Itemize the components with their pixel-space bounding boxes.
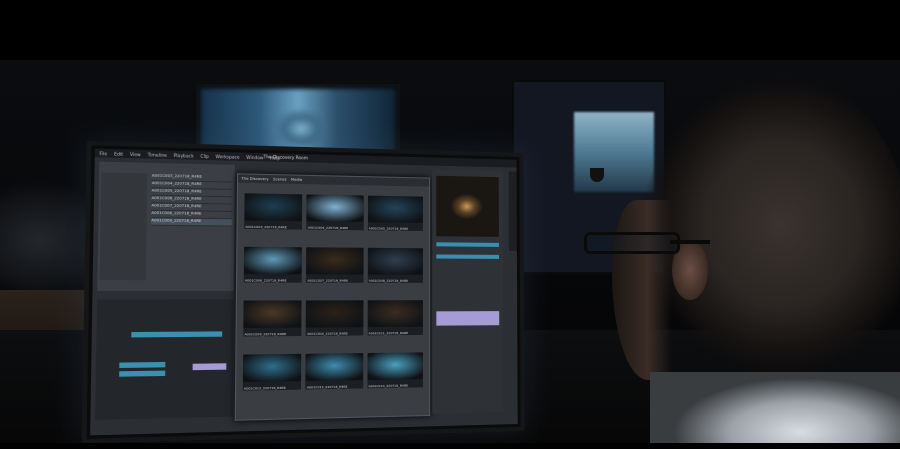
viewer-track[interactable] <box>436 254 499 258</box>
thumbnail-label: A001C013_220718_R4RE <box>307 385 348 390</box>
thumbnail-image <box>367 300 423 327</box>
timeline-track[interactable] <box>119 362 165 368</box>
thumbnail-label: A001C005_220718_R4RE <box>369 226 409 231</box>
thumbnail-label: A001C014_220718_R4RE <box>368 383 408 388</box>
menu-item[interactable]: View <box>130 151 141 157</box>
clip-info-block <box>436 311 499 326</box>
clip-thumbnail[interactable]: A001C010_220718_R4RE <box>306 300 363 336</box>
thumbnail-image <box>307 194 364 222</box>
timeline-panel <box>95 299 234 419</box>
media-browser-window: The Discovery Scenes Media A001C003_220718… <box>235 173 430 421</box>
thumbnail-image <box>306 353 363 381</box>
thumbnail-image <box>368 196 423 223</box>
scene: File Edit View Timeline Playback Clip Workspac… <box>0 0 900 449</box>
breadcrumb-item[interactable]: The Discovery <box>241 177 268 182</box>
thumbnail-image <box>243 300 302 328</box>
thumbnail-label: A001C008_220718_R4RE <box>368 279 408 283</box>
clip-thumbnail[interactable]: A001C005_220718_R4RE <box>368 196 423 231</box>
lamp-icon <box>590 168 604 182</box>
editing-software-screen: File Edit View Timeline Playback Clip Workspac… <box>90 149 518 436</box>
glasses-arm <box>670 240 710 244</box>
preview-viewer <box>436 176 499 237</box>
file-list: A001C003_220718_R4RE A001C004_220718_R4RE… <box>150 174 232 281</box>
thumbnail-label: A001C007_220718_R4RE <box>307 278 348 282</box>
menu-item[interactable]: Playback <box>174 152 194 158</box>
person-shirt <box>650 372 900 449</box>
timeline-clip[interactable] <box>193 363 227 370</box>
thumbnail-label: A001C012_220718_R4RE <box>244 386 286 391</box>
thumbnail-image <box>244 193 302 221</box>
thumbnail-label: A001C006_220718_R4RE <box>245 278 287 282</box>
main-monitor: File Edit View Timeline Playback Clip Workspac… <box>82 141 525 443</box>
viewer-scrubber[interactable] <box>436 242 499 247</box>
menu-item[interactable]: File <box>99 150 107 156</box>
menu-item[interactable]: Edit <box>114 151 123 157</box>
thumbnail-label: A001C010_220718_R4RE <box>307 331 348 336</box>
breadcrumb-item[interactable]: Media <box>291 178 302 182</box>
list-item[interactable]: A001C009_220718_R4RE <box>151 218 232 226</box>
thumbnail-grid: A001C003_220718_R4RE A001C004_220718_R4RE… <box>243 193 423 404</box>
thumbnail-label: A001C011_220718_R4RE <box>368 331 408 335</box>
clip-thumbnail[interactable]: A001C007_220718_R4RE <box>306 247 363 282</box>
tool-strip <box>509 171 517 251</box>
thumbnail-label: A001C003_220718_R4RE <box>245 225 287 230</box>
clip-thumbnail[interactable]: A001C011_220718_R4RE <box>367 300 423 335</box>
clip-thumbnail[interactable]: A001C013_220718_R4RE <box>306 353 363 389</box>
thumbnail-image <box>243 354 302 382</box>
glasses <box>584 232 680 254</box>
clip-thumbnail[interactable]: A001C009_220718_R4RE <box>243 300 302 336</box>
media-pool-panel: A001C003_220718_R4RE A001C004_220718_R4RE… <box>97 162 235 291</box>
thumbnail-label: A001C009_220718_R4RE <box>244 332 286 337</box>
breadcrumb-item[interactable]: Scenes <box>273 177 287 181</box>
folder-tree <box>100 172 148 280</box>
breadcrumb: The Discovery Scenes Media <box>238 174 429 186</box>
clip-thumbnail[interactable]: A001C003_220718_R4RE <box>244 193 302 229</box>
letterbox-top <box>0 0 900 60</box>
menu-item[interactable]: Timeline <box>148 152 167 158</box>
letterbox-bottom <box>0 443 900 449</box>
thumbnail-image <box>367 352 423 380</box>
viewer-panel <box>432 170 503 414</box>
thumbnail-image <box>306 247 363 274</box>
thumbnail-image <box>367 248 423 275</box>
clip-thumbnail[interactable]: A001C008_220718_R4RE <box>367 248 423 283</box>
clip-thumbnail[interactable]: A001C012_220718_R4RE <box>243 354 302 391</box>
timeline-track[interactable] <box>131 331 222 337</box>
thumbnail-image <box>244 247 302 275</box>
menu-item[interactable]: Workspace <box>215 153 239 159</box>
menu-item[interactable]: Clip <box>200 153 208 158</box>
clip-thumbnail[interactable]: A001C004_220718_R4RE <box>307 194 364 230</box>
menu-item[interactable]: Window <box>246 154 263 160</box>
thumbnail-image <box>306 300 363 327</box>
thumbnail-label: A001C004_220718_R4RE <box>308 226 349 231</box>
clip-thumbnail[interactable]: A001C006_220718_R4RE <box>244 247 302 283</box>
project-title: The Discovery Room <box>263 154 307 160</box>
clip-thumbnail[interactable]: A001C014_220718_R4RE <box>367 352 423 388</box>
timeline-track[interactable] <box>119 371 165 377</box>
